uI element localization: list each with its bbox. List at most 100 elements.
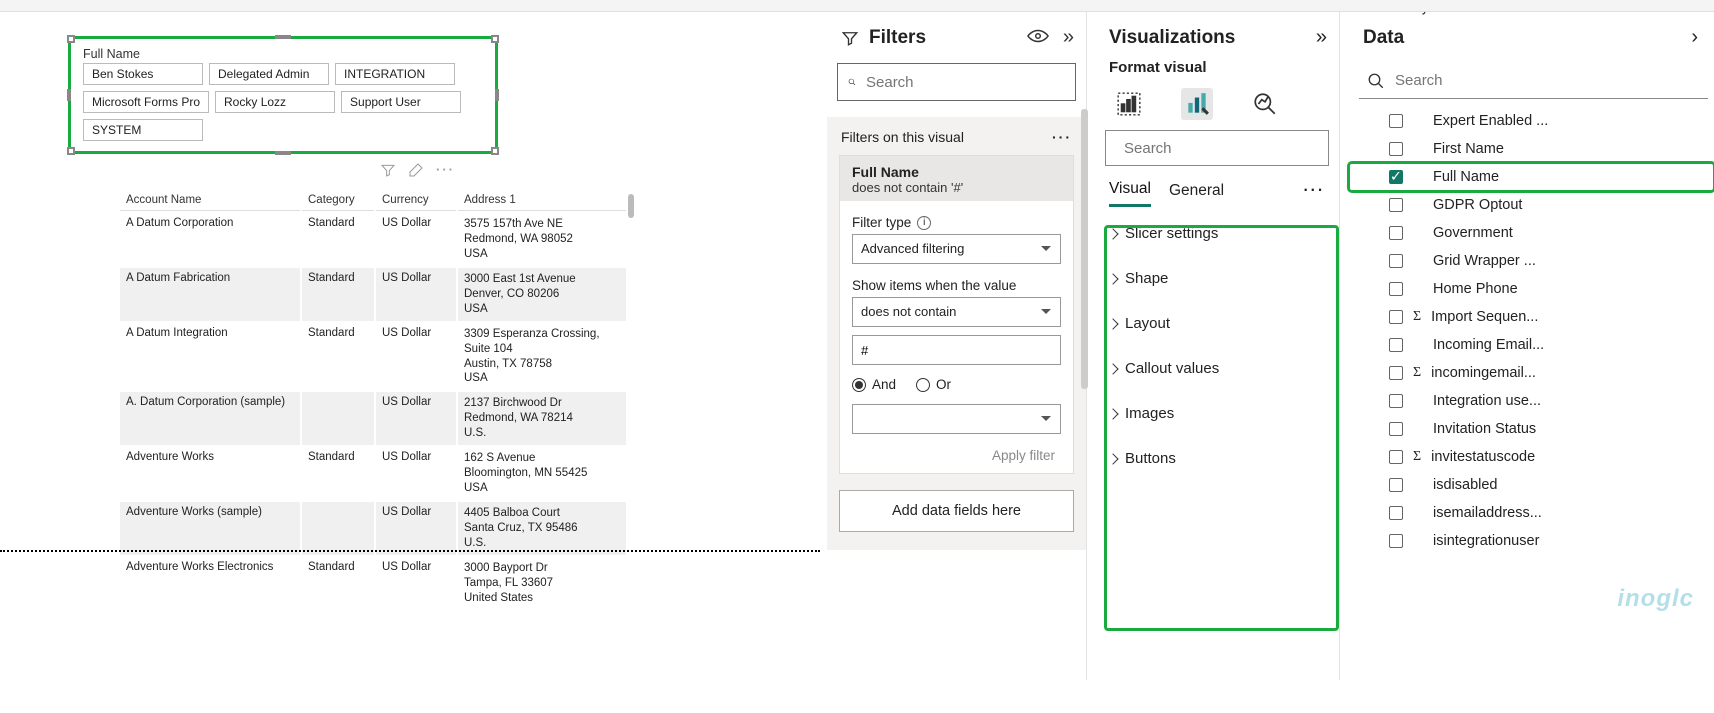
- more-icon[interactable]: ···: [436, 162, 455, 181]
- field-item[interactable]: Grid Wrapper ...: [1349, 247, 1714, 275]
- data-search[interactable]: [1359, 63, 1708, 99]
- scrollbar[interactable]: [628, 194, 634, 218]
- checkbox[interactable]: [1389, 254, 1403, 268]
- collapse-icon[interactable]: »: [1316, 26, 1327, 49]
- resize-handle[interactable]: [67, 35, 75, 43]
- search-icon: [1367, 72, 1385, 90]
- checkbox[interactable]: [1389, 282, 1403, 296]
- checkbox[interactable]: [1389, 338, 1403, 352]
- table-row[interactable]: A Datum FabricationStandardUS Dollar3000…: [120, 268, 626, 321]
- field-item[interactable]: ΣImport Sequen...: [1349, 303, 1714, 331]
- condition2-select[interactable]: [852, 404, 1061, 434]
- table-row[interactable]: Adventure Works ElectronicsStandardUS Do…: [120, 557, 626, 610]
- eraser-icon[interactable]: [408, 162, 424, 181]
- field-item[interactable]: Σinvitestatuscode: [1349, 443, 1714, 471]
- add-data-fields-drop[interactable]: Add data fields here: [839, 490, 1074, 532]
- field-item[interactable]: Government: [1349, 219, 1714, 247]
- filter-card[interactable]: Full Name does not contain '#' Filter ty…: [839, 155, 1074, 474]
- slicer-item[interactable]: Rocky Lozz: [215, 91, 335, 113]
- field-item[interactable]: First Name: [1349, 135, 1714, 163]
- col-header[interactable]: Category: [302, 190, 374, 211]
- field-item[interactable]: Incoming Email...: [1349, 331, 1714, 359]
- checkbox[interactable]: [1389, 226, 1403, 240]
- checkbox[interactable]: [1389, 114, 1403, 128]
- format-search[interactable]: [1105, 130, 1329, 166]
- format-group[interactable]: Images: [1101, 391, 1333, 436]
- format-group[interactable]: Shape: [1101, 256, 1333, 301]
- slicer-item[interactable]: INTEGRATION: [335, 63, 455, 85]
- format-visual-icon[interactable]: [1181, 88, 1213, 120]
- search-input[interactable]: [1395, 72, 1700, 89]
- more-icon[interactable]: ···: [1304, 182, 1326, 200]
- table-row[interactable]: A. Datum Corporation (sample)US Dollar21…: [120, 392, 626, 445]
- field-item[interactable]: ✓Full Name: [1349, 163, 1714, 191]
- table-row[interactable]: Adventure WorksStandardUS Dollar162 S Av…: [120, 447, 626, 500]
- format-group[interactable]: Slicer settings: [1101, 211, 1333, 256]
- col-header[interactable]: Account Name: [120, 190, 300, 211]
- collapse-icon[interactable]: ›: [1691, 26, 1698, 49]
- table-row[interactable]: A Datum IntegrationStandardUS Dollar3309…: [120, 323, 626, 391]
- apply-filter-button[interactable]: Apply filter: [852, 448, 1061, 463]
- resize-handle[interactable]: [67, 147, 75, 155]
- eye-icon[interactable]: [1027, 29, 1049, 46]
- analytics-icon[interactable]: [1249, 88, 1281, 120]
- info-icon[interactable]: i: [917, 216, 931, 230]
- slicer-item[interactable]: SYSTEM: [83, 119, 203, 141]
- resize-handle[interactable]: [275, 151, 291, 155]
- search-input[interactable]: [1124, 140, 1323, 157]
- field-item[interactable]: Home Phone: [1349, 275, 1714, 303]
- field-item[interactable]: Integration use...: [1349, 387, 1714, 415]
- checkbox[interactable]: ✓: [1389, 170, 1403, 184]
- field-item[interactable]: isdisabled: [1349, 471, 1714, 499]
- checkbox[interactable]: [1389, 142, 1403, 156]
- slicer-item[interactable]: Support User: [341, 91, 461, 113]
- slicer-item[interactable]: Delegated Admin: [209, 63, 329, 85]
- resize-handle[interactable]: [491, 35, 499, 43]
- slicer-item[interactable]: Microsoft Forms Pro: [83, 91, 209, 113]
- filters-search[interactable]: [837, 63, 1076, 101]
- filter-type-select[interactable]: Advanced filtering: [852, 234, 1061, 264]
- more-icon[interactable]: ···: [1052, 129, 1072, 145]
- search-input[interactable]: [866, 74, 1065, 91]
- checkbox[interactable]: [1389, 534, 1403, 548]
- condition-value-input[interactable]: [852, 335, 1061, 365]
- format-group[interactable]: Layout: [1101, 301, 1333, 346]
- field-item[interactable]: Invitation Status: [1349, 415, 1714, 443]
- field-item[interactable]: isemailaddress...: [1349, 499, 1714, 527]
- collapse-icon[interactable]: »: [1063, 26, 1074, 49]
- col-header[interactable]: Address 1: [458, 190, 626, 211]
- resize-handle[interactable]: [275, 35, 291, 39]
- checkbox[interactable]: [1389, 506, 1403, 520]
- scrollbar[interactable]: [1081, 109, 1088, 389]
- condition-select[interactable]: does not contain: [852, 297, 1061, 327]
- slicer-visual[interactable]: Full Name Ben Stokes Delegated Admin INT…: [68, 36, 498, 154]
- checkbox[interactable]: [1389, 394, 1403, 408]
- resize-handle[interactable]: [67, 89, 71, 101]
- table-row[interactable]: Adventure Works (sample)US Dollar4405 Ba…: [120, 502, 626, 555]
- checkbox[interactable]: [1389, 422, 1403, 436]
- checkbox[interactable]: [1389, 450, 1403, 464]
- radio-and[interactable]: And: [852, 377, 896, 392]
- field-item[interactable]: Expert Enabled ...: [1349, 107, 1714, 135]
- field-item[interactable]: isintegrationuser: [1349, 527, 1714, 555]
- checkbox[interactable]: [1389, 366, 1403, 380]
- checkbox[interactable]: [1389, 478, 1403, 492]
- format-group[interactable]: Buttons: [1101, 436, 1333, 481]
- table-visual[interactable]: Account Name Category Currency Address 1…: [118, 188, 628, 612]
- tab-visual[interactable]: Visual: [1109, 174, 1151, 207]
- field-item[interactable]: Σincomingemail...: [1349, 359, 1714, 387]
- resize-handle[interactable]: [495, 89, 499, 101]
- report-canvas[interactable]: Full Name Ben Stokes Delegated Admin INT…: [0, 12, 820, 678]
- format-group[interactable]: Callout values: [1101, 346, 1333, 391]
- col-header[interactable]: Currency: [376, 190, 456, 211]
- tab-general[interactable]: General: [1169, 176, 1224, 206]
- resize-handle[interactable]: [491, 147, 499, 155]
- table-row[interactable]: A Datum CorporationStandardUS Dollar3575…: [120, 213, 626, 266]
- field-item[interactable]: GDPR Optout: [1349, 191, 1714, 219]
- filter-icon[interactable]: [380, 162, 396, 181]
- checkbox[interactable]: [1389, 310, 1403, 324]
- build-visual-icon[interactable]: [1113, 88, 1145, 120]
- checkbox[interactable]: [1389, 198, 1403, 212]
- radio-or[interactable]: Or: [916, 377, 951, 392]
- slicer-item[interactable]: Ben Stokes: [83, 63, 203, 85]
